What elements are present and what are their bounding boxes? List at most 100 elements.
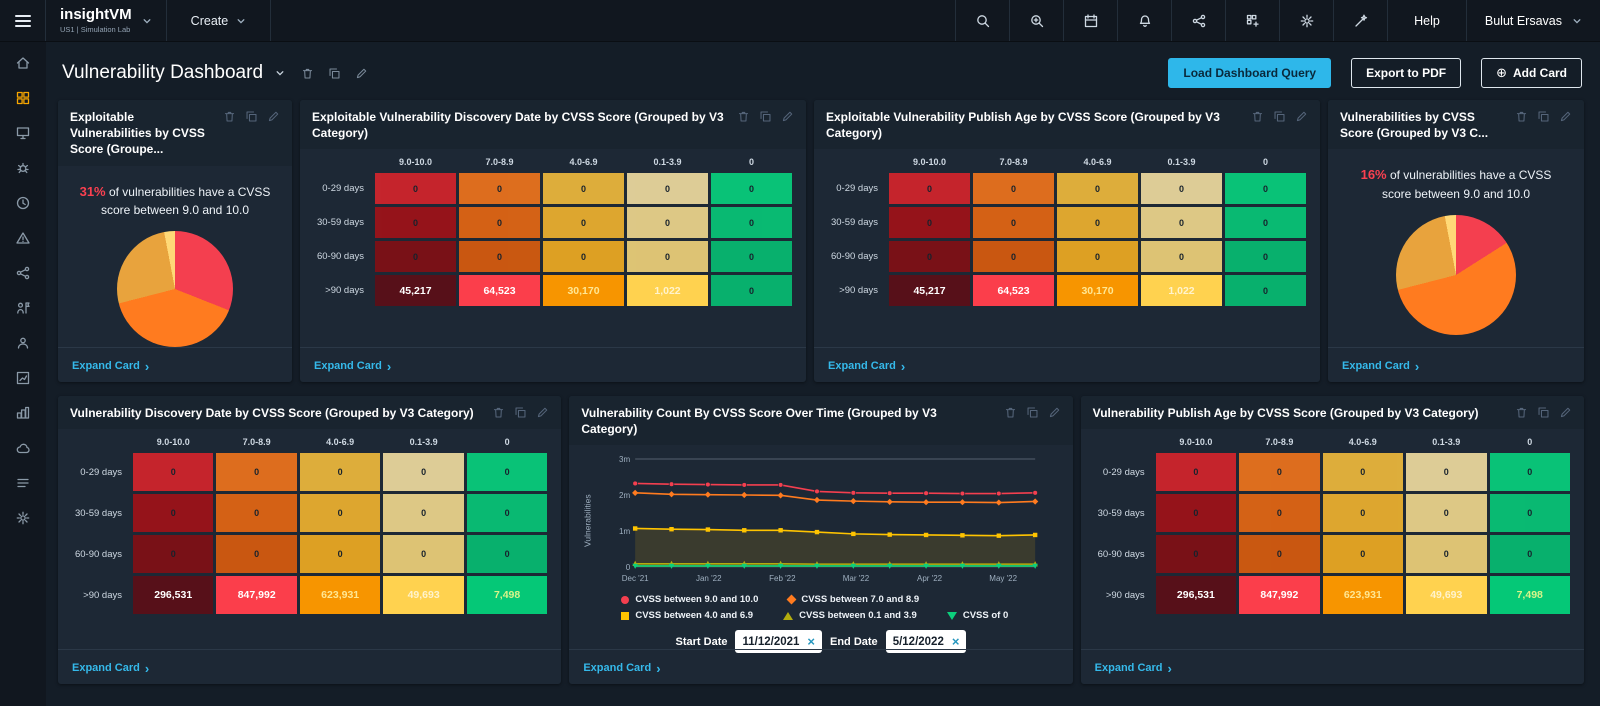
card-edit-icon[interactable] (1559, 110, 1572, 123)
sidebar-item-cloud[interactable] (8, 437, 38, 462)
edit-dashboard-icon[interactable] (355, 67, 368, 80)
help-button[interactable]: Help (1387, 0, 1466, 41)
heatmap-cell: 0 (711, 275, 792, 307)
card-copy-icon[interactable] (1026, 406, 1039, 419)
topbar-apps-button[interactable] (1225, 0, 1279, 41)
legend-label: CVSS between 7.0 and 8.9 (801, 594, 920, 606)
add-card-button[interactable]: ⊕ Add Card (1481, 58, 1582, 88)
card-copy-icon[interactable] (1537, 110, 1550, 123)
svg-text:Mar '22: Mar '22 (843, 574, 870, 583)
brand[interactable]: insightVM US1 | Simulation Lab (46, 0, 166, 41)
end-date-value: 5/12/2022 (892, 635, 944, 648)
heatmap-chart: 9.0-10.0 7.0-8.9 4.0-6.9 0.1-3.9 0 0-29 days 0… (58, 429, 561, 649)
assets-icon (15, 125, 31, 144)
card-delete-icon[interactable] (1004, 406, 1017, 419)
hamburger-menu-button[interactable] (0, 0, 46, 41)
topbar-settings-button[interactable] (1279, 0, 1333, 41)
card-actions (1515, 109, 1572, 123)
end-date-label: End Date (830, 635, 878, 648)
expand-card-link[interactable]: Expand Card › (314, 360, 391, 373)
create-button[interactable]: Create (165, 0, 272, 41)
clear-start-date-icon[interactable]: × (807, 635, 815, 648)
card-edit-icon[interactable] (1559, 406, 1572, 419)
expand-card-link[interactable]: Expand Card › (72, 662, 149, 675)
tools-icon (1353, 13, 1369, 29)
expand-card-link[interactable]: Expand Card › (828, 360, 905, 373)
card-actions (1004, 405, 1061, 419)
user-menu-button[interactable]: Bulut Ersavas (1465, 0, 1600, 41)
sidebar-item-goals[interactable] (8, 297, 38, 322)
card-header: Exploitable Vulnerability Discovery Date… (300, 100, 806, 150)
expand-card-link[interactable]: Expand Card › (72, 360, 149, 373)
card-delete-icon[interactable] (737, 110, 750, 123)
clear-end-date-icon[interactable]: × (952, 635, 960, 648)
heatmap-cell: 0 (889, 241, 970, 273)
card-copy-icon[interactable] (759, 110, 772, 123)
heatmap-chart: 9.0-10.0 7.0-8.9 4.0-6.9 0.1-3.9 0 0-29 days 0… (300, 149, 806, 347)
card-copy-icon[interactable] (1273, 110, 1286, 123)
sidebar-item-containers[interactable] (8, 402, 38, 427)
sidebar-item-automation[interactable] (8, 262, 38, 287)
sidebar-item-queries[interactable] (8, 472, 38, 497)
load-dashboard-query-button[interactable]: Load Dashboard Query (1168, 58, 1332, 88)
sidebar-item-remediations[interactable] (8, 227, 38, 252)
card-delete-icon[interactable] (492, 406, 505, 419)
card-edit-icon[interactable] (267, 110, 280, 123)
sidebar-item-vulnerabilities[interactable] (8, 157, 38, 182)
card-edit-icon[interactable] (1048, 406, 1061, 419)
sidebar-item-users[interactable] (8, 332, 38, 357)
sidebar-item-reports[interactable] (8, 367, 38, 392)
dashboard-switcher-chevron[interactable] (273, 64, 287, 83)
heatmap-row-label: 0-29 days (836, 183, 878, 195)
legend-item: CVSS between 9.0 and 10.0 (621, 594, 758, 605)
sidebar (0, 42, 46, 706)
topbar-notifications-button[interactable] (1117, 0, 1171, 41)
topbar-tools-button[interactable] (1333, 0, 1387, 41)
heatmap-column-header: 0 (748, 157, 754, 168)
card-header: Vulnerability Discovery Date by CVSS Sco… (58, 396, 562, 430)
expand-card-link[interactable]: Expand Card › (583, 662, 660, 675)
card-footer: Expand Card › (569, 649, 1073, 684)
sidebar-item-home[interactable] (8, 52, 38, 77)
heatmap-cell: 0 (1406, 494, 1487, 533)
export-to-pdf-button[interactable]: Export to PDF (1351, 58, 1462, 88)
topbar-calendar-button[interactable] (1063, 0, 1117, 41)
card-copy-icon[interactable] (245, 110, 258, 123)
heatmap-chart: 9.0-10.0 7.0-8.9 4.0-6.9 0.1-3.9 0 0-29 days 0… (814, 149, 1320, 347)
sidebar-item-assets[interactable] (8, 122, 38, 147)
card-delete-icon[interactable] (1515, 110, 1528, 123)
heatmap-cell: 0 (375, 173, 456, 205)
card-actions (737, 109, 794, 123)
duplicate-dashboard-icon[interactable] (328, 67, 341, 80)
automation-icon (15, 265, 31, 284)
heatmap-row-label: >90 days (1105, 589, 1145, 601)
heatmap-cell: 0 (1322, 494, 1404, 533)
query-icon (1029, 13, 1045, 29)
heatmap-cell: 0 (459, 173, 540, 205)
heatmap-cell: 45,217 (375, 275, 456, 307)
card-delete-icon[interactable] (223, 110, 236, 123)
automation-icon (1191, 13, 1207, 29)
delete-dashboard-icon[interactable] (301, 67, 314, 80)
card-copy-icon[interactable] (1537, 406, 1550, 419)
card-edit-icon[interactable] (781, 110, 794, 123)
sidebar-item-policies[interactable] (8, 192, 38, 217)
topbar-query-button[interactable] (1009, 0, 1063, 41)
heatmap-cell: 0 (216, 535, 297, 574)
heatmap-row-label: 30-59 days (74, 507, 122, 519)
card-delete-icon[interactable] (1251, 110, 1264, 123)
heatmap-cell: 0 (375, 241, 456, 273)
expand-card-link[interactable]: Expand Card › (1095, 662, 1172, 675)
heatmap-cell: 64,523 (973, 275, 1054, 307)
sidebar-item-settings[interactable] (8, 507, 38, 532)
sidebar-item-dashboards[interactable] (8, 87, 38, 112)
card-edit-icon[interactable] (536, 406, 549, 419)
card-delete-icon[interactable] (1515, 406, 1528, 419)
card-edit-icon[interactable] (1295, 110, 1308, 123)
topbar-search-button[interactable] (955, 0, 1009, 41)
card-copy-icon[interactable] (514, 406, 527, 419)
heatmap-cell: 0 (1239, 535, 1320, 574)
expand-card-link[interactable]: Expand Card › (1342, 360, 1419, 373)
heatmap-cell: 847,992 (1239, 576, 1320, 615)
topbar-automation-button[interactable] (1171, 0, 1225, 41)
